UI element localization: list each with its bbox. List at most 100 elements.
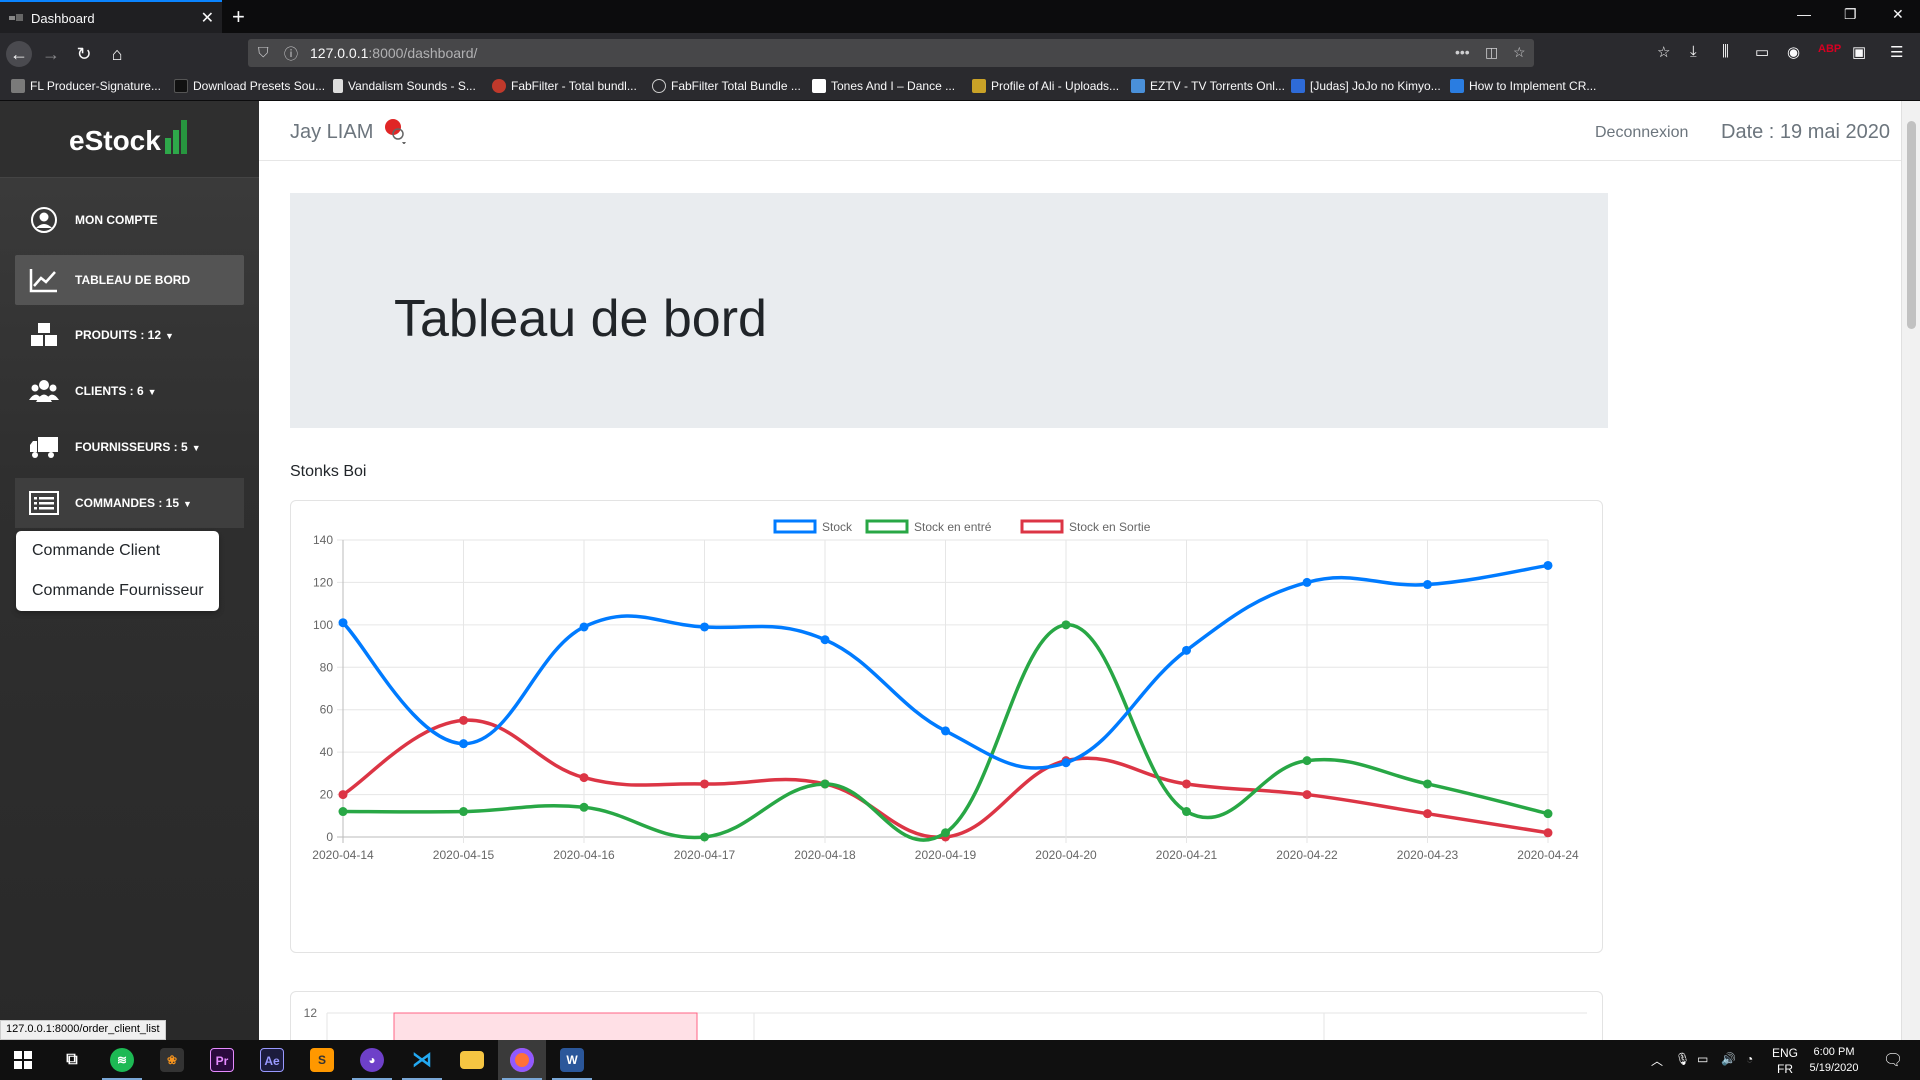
input-language[interactable]: ENG FR — [1772, 1045, 1798, 1077]
battery-icon[interactable]: ▭ — [1697, 1052, 1708, 1066]
taskbar-sublime[interactable]: S — [298, 1040, 346, 1080]
notifications-icon[interactable]: 🗨 — [1883, 1050, 1903, 1070]
wifi-icon[interactable]: ◔ — [1746, 1052, 1753, 1066]
data-point — [700, 622, 709, 632]
taskbar-firefox[interactable] — [498, 1040, 546, 1080]
sidebar-item-commandes[interactable]: COMMANDES : 15 ▼ — [15, 478, 244, 528]
bookmark-item[interactable]: How to Implement CR... — [1450, 79, 1596, 93]
data-point — [338, 790, 348, 800]
data-point — [820, 635, 830, 645]
pocket-icon[interactable]: ◫ — [1485, 44, 1498, 61]
sidebar-item-text: CLIENTS : 6 — [75, 384, 144, 398]
sidebar-item-produits[interactable]: PRODUITS : 12 ▼ — [15, 310, 244, 360]
home-icon[interactable]: ⌂ — [104, 41, 130, 67]
clock-date: 5/19/2020 — [1809, 1062, 1859, 1074]
dropdown-item-commande-client[interactable]: Commande Client — [32, 542, 160, 560]
sidebar-item-tableau-de-bord[interactable]: TABLEAU DE BORD — [15, 255, 244, 305]
y-tick-label: 60 — [320, 703, 334, 717]
taskbar-github[interactable]: ◕ — [348, 1040, 396, 1080]
start-button[interactable] — [0, 1040, 48, 1080]
bookmark-label: FabFilter - Total bundl... — [511, 79, 637, 93]
clock[interactable]: 6:00 PM 5/19/2020 — [1800, 1044, 1868, 1076]
y-tick-label: 140 — [313, 533, 333, 547]
bookmark-star-icon[interactable]: ☆ — [1513, 44, 1526, 61]
task-view-button[interactable]: ⧉ — [48, 1040, 96, 1080]
taskbar-vscode[interactable]: ⋊ — [398, 1040, 446, 1080]
bar — [393, 1012, 698, 1040]
extension-icon[interactable]: ▣ — [1852, 43, 1866, 61]
bookmark-item[interactable]: EZTV - TV Torrents Onl... — [1131, 79, 1285, 93]
y-tick-label: 12 — [304, 1006, 318, 1020]
menu-icon[interactable]: ☰ — [1890, 43, 1903, 61]
dropdown-item-commande-fournisseur[interactable]: Commande Fournisseur — [32, 582, 204, 600]
scrollbar-thumb[interactable] — [1907, 121, 1916, 329]
new-tab-icon[interactable]: + — [232, 4, 245, 30]
url-bar[interactable]: ⛉ ⓘ 127.0.0.1:8000/dashboard/ ••• ◫ ☆ — [248, 39, 1534, 67]
bookmark-favicon-icon — [812, 79, 826, 93]
tab-title: Dashboard — [31, 11, 95, 26]
x-tick-label: 2020-04-17 — [674, 848, 736, 862]
data-point — [459, 739, 468, 749]
sidebar-item-label: FOURNISSEURS : 5 ▼ — [75, 440, 201, 454]
sidebar-item-text: FOURNISSEURS : 5 — [75, 440, 188, 454]
x-tick-label: 2020-04-19 — [915, 848, 977, 862]
restore-icon[interactable]: ❐ — [1844, 6, 1857, 23]
sidebar-toggle-icon[interactable]: ▭ — [1755, 43, 1769, 61]
browser-tab[interactable]: Dashboard ✕ — [0, 0, 222, 33]
bookmark-item[interactable]: FL Producer-Signature... — [11, 79, 161, 93]
sidebar-item-fournisseurs[interactable]: FOURNISSEURS : 5 ▼ — [15, 422, 244, 472]
volume-icon[interactable]: 🔊 — [1721, 1052, 1736, 1066]
sidebar-item-clients[interactable]: CLIENTS : 6 ▼ — [15, 366, 244, 416]
library-icon[interactable]: ⫼ — [1722, 43, 1729, 60]
minimize-icon[interactable]: — — [1797, 6, 1811, 22]
taskbar-fl-studio[interactable]: ❀ — [148, 1040, 196, 1080]
account-icon[interactable]: ◉ — [1787, 43, 1800, 61]
sidebar-item-label: TABLEAU DE BORD — [75, 273, 191, 287]
data-point — [1182, 807, 1191, 817]
bookmark-item[interactable]: Tones And I – Dance ... — [812, 79, 955, 93]
sidebar-item-mon-compte[interactable]: MON COMPTE — [15, 195, 244, 245]
tray-chevron-icon[interactable]: ︿ — [1651, 1052, 1663, 1069]
close-tab-icon[interactable]: ✕ — [201, 8, 214, 28]
taskbar-spotify[interactable]: ≋ — [98, 1040, 146, 1080]
language-bottom: FR — [1777, 1062, 1793, 1076]
bookmark-label: Tones And I – Dance ... — [831, 79, 956, 93]
bookmark-favicon-icon — [11, 79, 25, 93]
bookmark-item[interactable]: FabFilter Total Bundle ... — [652, 79, 801, 93]
y-tick-label: 120 — [313, 575, 333, 589]
browser-nav-bar: ← → ↻ ⌂ ⛉ ⓘ 127.0.0.1:8000/dashboard/ ••… — [0, 33, 1920, 73]
taskbar-after-effects[interactable]: Ae — [248, 1040, 296, 1080]
adblock-icon[interactable]: ABP — [1818, 43, 1841, 55]
user-status-icon[interactable] — [384, 118, 410, 144]
bookmark-item[interactable]: Vandalism Sounds - S... — [333, 79, 476, 93]
user-circle-icon — [31, 207, 57, 233]
bookmark-item[interactable]: Profile of Ali - Uploads... — [972, 79, 1119, 93]
back-icon[interactable]: ← — [6, 41, 32, 67]
more-actions-icon[interactable]: ••• — [1455, 44, 1470, 60]
x-tick-label: 2020-04-21 — [1156, 848, 1218, 862]
caret-down-icon: ▼ — [165, 331, 174, 341]
forward-icon[interactable]: → — [38, 41, 64, 67]
bar-chart: 12 — [304, 1006, 1587, 1040]
sync-icon[interactable]: ☆ — [1657, 43, 1670, 61]
reload-icon[interactable]: ↻ — [71, 41, 97, 67]
taskbar-explorer[interactable] — [448, 1040, 496, 1080]
shield-icon[interactable]: ⛉ — [258, 44, 269, 61]
caret-down-icon: ▼ — [183, 499, 192, 509]
info-icon[interactable]: ⓘ — [284, 44, 298, 64]
fl-studio-icon: ❀ — [160, 1048, 184, 1072]
bookmark-item[interactable]: Download Presets Sou... — [174, 79, 325, 93]
download-icon[interactable]: ⤓ — [1690, 43, 1697, 60]
taskbar-premiere[interactable]: Pr — [198, 1040, 246, 1080]
bookmark-item[interactable]: [Judas] JoJo no Kimyo... — [1291, 79, 1441, 93]
legend-label: Stock — [822, 520, 853, 534]
logout-link[interactable]: Deconnexion — [1595, 124, 1688, 142]
microphone-icon[interactable]: 🎙 — [1675, 1052, 1690, 1066]
page-scrollbar[interactable] — [1901, 101, 1920, 1040]
close-window-icon[interactable]: ✕ — [1892, 6, 1904, 23]
brand-logo[interactable]: eStock — [0, 101, 259, 178]
data-point — [1423, 580, 1432, 590]
taskbar-word[interactable]: W — [548, 1040, 596, 1080]
bookmark-item[interactable]: FabFilter - Total bundl... — [492, 79, 637, 93]
username[interactable]: Jay LIAM — [290, 121, 373, 144]
